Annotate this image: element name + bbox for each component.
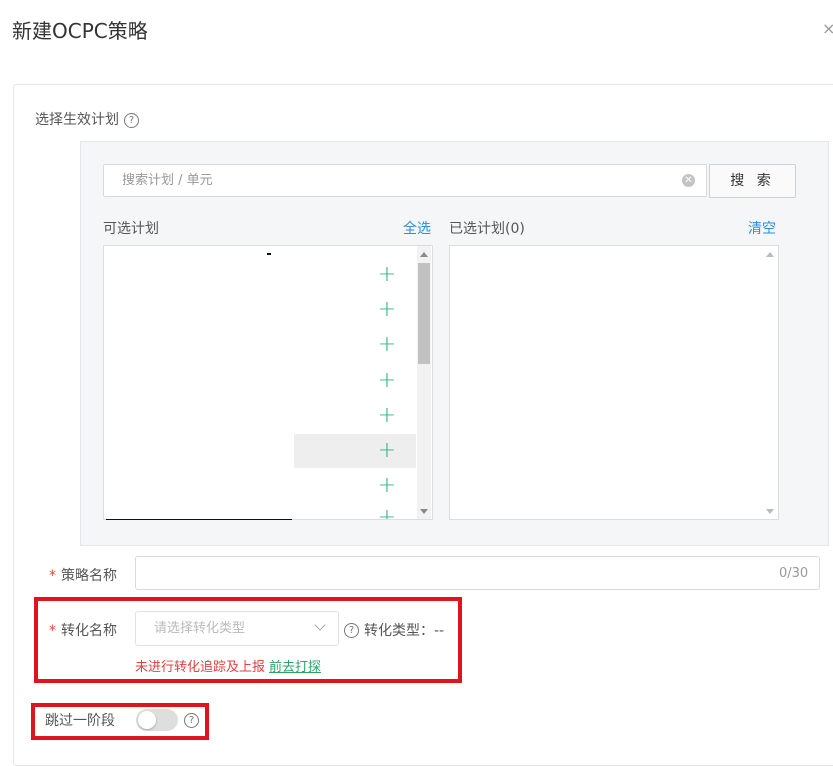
strategy-name-label-text: 策略名称 [61,568,117,584]
clear-selected-link[interactable]: 清空 [748,218,776,238]
list-bottom-mark [106,519,292,520]
strategy-name-counter: 0/30 [779,566,809,581]
add-plan-icon[interactable]: + [377,405,397,427]
skip-stage-help[interactable]: ? [184,710,199,729]
scroll-down-icon[interactable] [766,509,774,514]
conversion-name-label: * 转化名称 [49,620,117,640]
conversion-type-value: 转化类型：-- [364,623,445,639]
add-plan-icon-partial[interactable]: + [377,508,397,519]
conversion-warning: 未进行转化追踪及上报 前去打探 [135,656,321,675]
add-plan-icon[interactable]: + [377,299,397,321]
available-plans-header: 可选计划 [103,221,159,237]
add-plan-icon: + [377,508,397,519]
dialog-title: 新建OCPC策略 [12,19,148,43]
clear-search-icon[interactable]: ✕ [682,174,695,187]
strategy-name-input[interactable] [135,556,820,590]
conversion-help[interactable]: ? [344,620,359,639]
help-icon[interactable]: ? [344,623,359,638]
toggle-knob [138,711,156,729]
scroll-up-icon[interactable] [766,252,774,257]
required-mark: * [49,568,56,584]
go-explore-link[interactable]: 前去打探 [269,660,321,675]
plan-selector-label-text: 选择生效计划 [35,112,119,128]
add-plan-icon[interactable]: + [377,475,397,497]
conversion-warning-text: 未进行转化追踪及上报 [135,660,266,675]
help-icon[interactable]: ? [184,713,199,728]
required-mark: * [49,623,56,639]
scroll-up-icon[interactable] [420,252,428,257]
list-mark [267,253,271,255]
select-all-link[interactable]: 全选 [403,218,431,238]
add-plan-icon[interactable]: + [377,370,397,392]
list-item-hover[interactable] [294,434,416,468]
plan-selector-label: 选择生效计划? [35,109,139,129]
plan-search-input[interactable] [103,164,707,197]
scroll-down-icon[interactable] [420,509,428,514]
skip-stage-toggle[interactable] [136,709,178,731]
strategy-name-label: * 策略名称 [49,565,117,585]
search-button[interactable]: 搜 索 [709,164,796,198]
help-icon[interactable]: ? [124,112,139,128]
conversion-type-select[interactable]: 请选择转化类型 [135,611,339,646]
conversion-name-label-text: 转化名称 [61,623,117,639]
selected-plans-header: 已选计划(0) [449,221,525,237]
selected-plans-list[interactable] [449,245,779,520]
available-scrollbar-thumb[interactable] [418,263,430,364]
close-icon[interactable]: × [822,21,833,37]
add-plan-icon[interactable]: + [377,264,397,286]
skip-stage-label: 跳过一阶段 [45,713,115,729]
add-plan-icon[interactable]: + [377,334,397,356]
add-plan-icon[interactable]: + [377,440,397,462]
